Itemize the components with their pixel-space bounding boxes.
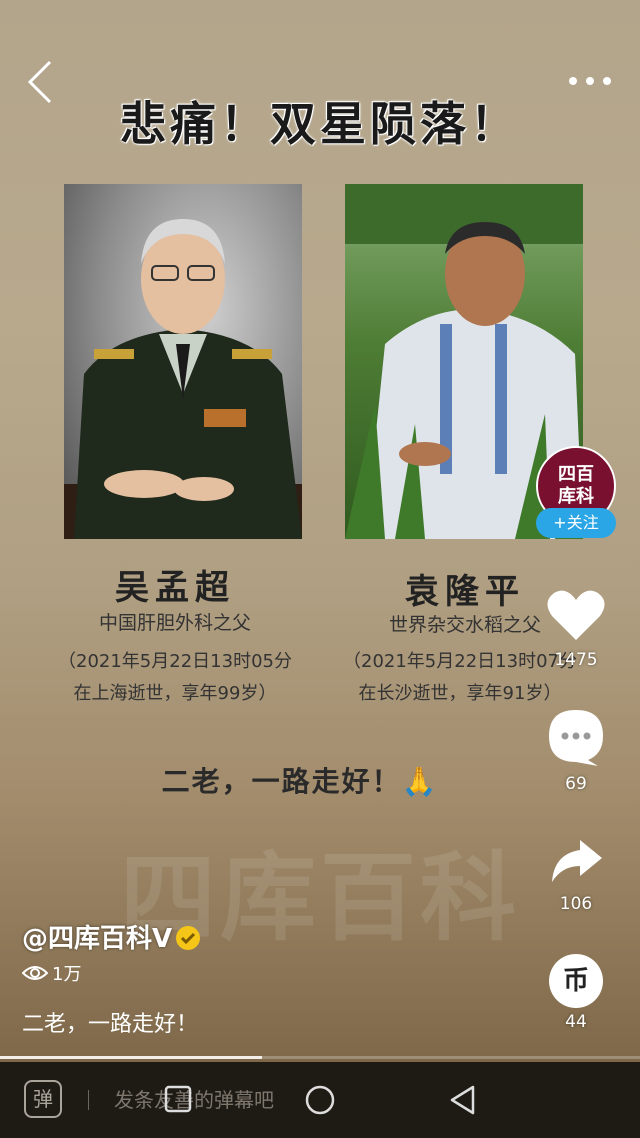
nav-back-button[interactable] [448,1084,478,1120]
coin-count: 44 [565,1012,587,1032]
follow-button[interactable]: +关注 [536,508,616,538]
nav-home-button[interactable] [304,1084,336,1120]
right-person-detail-line2: 在长沙逝世，享年91岁） [358,683,562,704]
heart-icon [547,590,605,640]
video-progress-fill [0,1056,263,1059]
more-button[interactable] [565,66,615,96]
video-caption: 二老，一路走好！ [22,1012,199,1037]
danmaku-icon-glyph: 弹 [33,1087,53,1111]
coin-glyph: 币 [562,966,589,996]
verified-icon [176,925,201,950]
nav-recents-button[interactable] [163,1084,193,1118]
share-button[interactable]: 106 [540,836,612,914]
eye-icon [21,966,49,980]
nav-back-icon [450,1085,475,1115]
creator-handle[interactable]: @四库百科V [22,918,201,955]
portrait-left-photo [64,184,302,539]
farewell-text: 二老，一路走好！🙏 [161,765,439,798]
left-person-detail-line2: 在上海逝世，享年99岁） [73,683,277,704]
comment-icon [549,710,603,766]
view-count: 1万 [21,960,82,986]
left-person-name: 吴孟超 [115,568,235,608]
left-person-role: 中国肝胆外科之父 [98,612,251,634]
divider [88,1090,89,1110]
creator-avatar-block[interactable]: 四百 库科 +关注 [534,446,618,542]
like-button[interactable]: 1475 [540,588,612,670]
danmaku-input[interactable]: 发条友善的弹幕吧 [114,1084,314,1116]
more-icon [569,77,611,85]
coin-button[interactable]: 币 44 [540,954,612,1032]
avatar-text-line2: 库科 [558,486,594,507]
share-icon [552,840,602,882]
comment-button[interactable]: 69 [540,708,612,794]
left-person-detail-line1: （2021年5月22日13时05分 [58,651,292,672]
like-count: 1475 [554,650,598,670]
share-count: 106 [559,894,593,914]
bottom-bar: 弹 发条友善的弹幕吧 [0,1062,640,1138]
nav-home-icon [305,1085,335,1115]
back-button[interactable] [22,58,66,106]
danmaku-icon: 弹 [24,1080,62,1118]
creator-handle-text: @四库百科V [22,924,173,954]
danmaku-toggle-button[interactable]: 弹 [24,1080,62,1118]
comment-count: 69 [565,774,587,794]
video-progress-bar[interactable] [0,1056,640,1059]
avatar-text-line1: 四百 [558,464,594,485]
coin-icon: 币 [549,954,603,1008]
view-count-text: 1万 [52,964,82,985]
video-headline: 悲痛！双星陨落！ [120,97,520,151]
nav-recents-icon [164,1085,192,1113]
back-icon [27,60,52,104]
